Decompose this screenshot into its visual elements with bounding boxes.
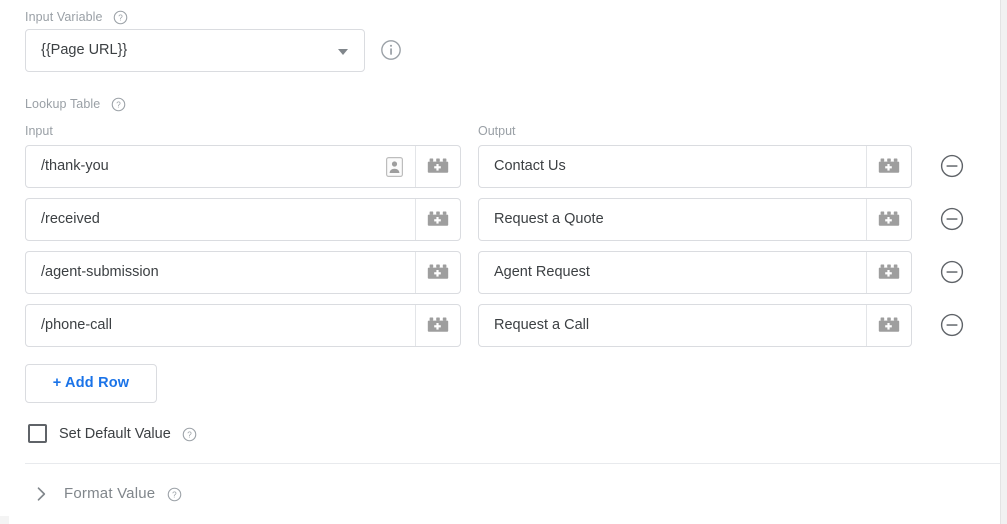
variable-picker-button[interactable] [866, 252, 911, 293]
input-variable-select[interactable]: {{Page URL}} [25, 29, 365, 72]
input-variable-label: Input Variable ? [25, 10, 128, 25]
variable-picker-button[interactable] [415, 146, 460, 187]
scroll-gutter[interactable] [1001, 0, 1007, 524]
variable-picker-button[interactable] [866, 199, 911, 240]
lookup-output-value: Request a Quote [494, 211, 604, 227]
chevron-down-icon[interactable] [338, 49, 348, 55]
svg-text:?: ? [118, 14, 123, 23]
lego-brick-plus-icon [878, 264, 900, 282]
lookup-table-label-text: Lookup Table [25, 97, 101, 111]
svg-text:?: ? [172, 490, 177, 499]
lookup-output-value: Contact Us [494, 158, 566, 174]
section-divider [25, 463, 1000, 464]
lego-brick-plus-icon [878, 211, 900, 229]
help-circle-icon[interactable]: ? [113, 10, 128, 25]
help-circle-icon[interactable]: ? [111, 97, 126, 112]
lego-brick-plus-icon [427, 317, 449, 335]
remove-row-button[interactable] [940, 260, 964, 284]
add-row-button[interactable]: + Add Row [25, 364, 157, 403]
help-circle-icon[interactable]: ? [182, 427, 197, 442]
autofill-icon[interactable] [386, 157, 403, 177]
chevron-right-icon[interactable] [31, 484, 51, 504]
lookup-input-value: /received [41, 211, 100, 227]
variable-picker-button[interactable] [415, 252, 460, 293]
lookup-input-field[interactable]: /thank-you [25, 145, 461, 188]
set-default-value-checkbox[interactable] [28, 424, 47, 443]
lego-brick-plus-icon [427, 211, 449, 229]
help-circle-icon[interactable]: ? [167, 487, 182, 502]
input-variable-label-text: Input Variable [25, 10, 103, 24]
set-default-value-text: Set Default Value [59, 426, 171, 442]
variable-picker-button[interactable] [415, 305, 460, 346]
lookup-output-field[interactable]: Agent Request [478, 251, 912, 294]
lookup-output-value: Agent Request [494, 264, 590, 280]
variable-picker-button[interactable] [415, 199, 460, 240]
scrollbar-corner [0, 516, 9, 524]
lego-brick-plus-icon [427, 158, 449, 176]
lookup-input-value: /thank-you [41, 158, 109, 174]
info-circle-icon[interactable] [380, 39, 402, 61]
variable-picker-button[interactable] [866, 305, 911, 346]
lookup-output-field[interactable]: Contact Us [478, 145, 912, 188]
lego-brick-plus-icon [878, 158, 900, 176]
variable-picker-button[interactable] [866, 146, 911, 187]
lego-brick-plus-icon [427, 264, 449, 282]
lookup-output-field[interactable]: Request a Call [478, 304, 912, 347]
lookup-input-field[interactable]: /agent-submission [25, 251, 461, 294]
lookup-table-label: Lookup Table ? [25, 97, 126, 112]
svg-text:?: ? [116, 101, 121, 110]
lookup-input-value: /agent-submission [41, 264, 159, 280]
remove-row-button[interactable] [940, 207, 964, 231]
lookup-output-field[interactable]: Request a Quote [478, 198, 912, 241]
lookup-table-variable-editor: Input Variable ? {{Page URL}} Lookup Tab… [0, 0, 1007, 524]
remove-row-button[interactable] [940, 313, 964, 337]
remove-row-button[interactable] [940, 154, 964, 178]
lookup-output-value: Request a Call [494, 317, 590, 333]
lookup-input-field[interactable]: /received [25, 198, 461, 241]
lookup-input-value: /phone-call [41, 317, 112, 333]
input-variable-value: {{Page URL}} [41, 42, 128, 58]
lookup-input-field[interactable]: /phone-call [25, 304, 461, 347]
svg-text:?: ? [187, 430, 192, 439]
column-header-output: Output [478, 124, 516, 138]
set-default-value-label: Set Default Value ? [59, 426, 197, 442]
column-header-input: Input [25, 124, 53, 138]
lego-brick-plus-icon [878, 317, 900, 335]
format-value-label: Format Value [64, 485, 156, 502]
format-value-section-header[interactable]: Format Value ? [64, 485, 182, 502]
